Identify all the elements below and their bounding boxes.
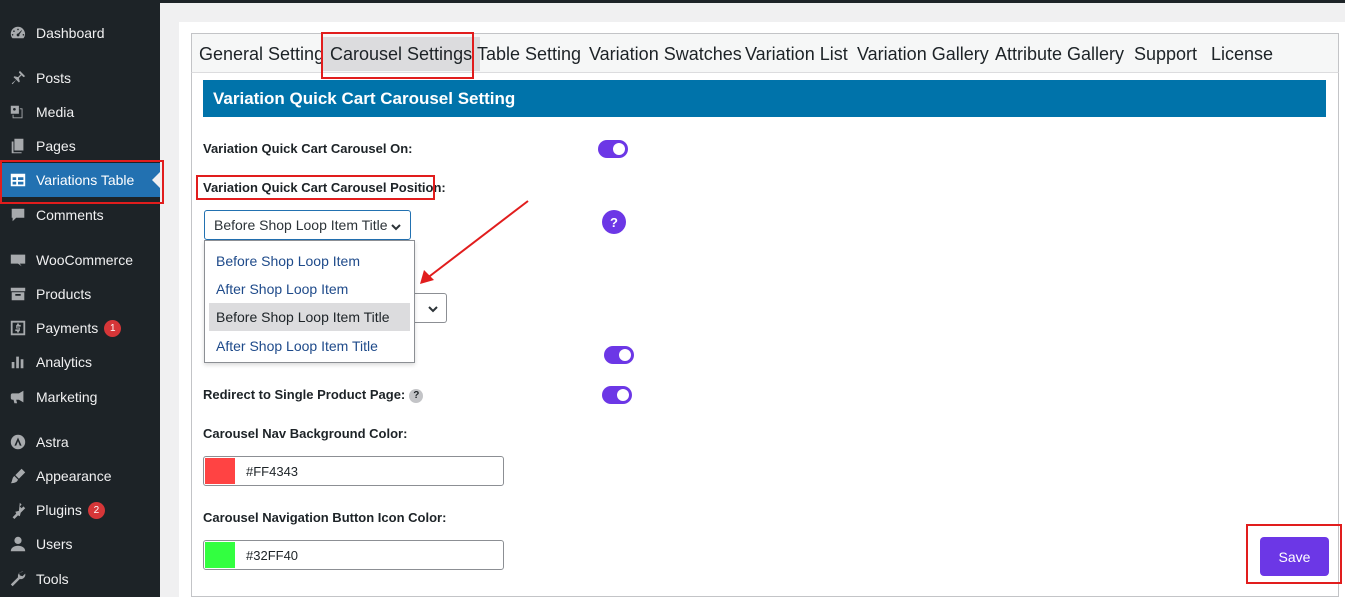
sidebar-item-label: Plugins (36, 502, 82, 518)
carousel-on-toggle[interactable] (598, 140, 628, 158)
nav-bg-color-swatch[interactable] (205, 458, 235, 484)
user-icon (8, 534, 28, 554)
sidebar-item-appearance[interactable]: Appearance (0, 459, 160, 493)
save-button[interactable]: Save (1260, 537, 1329, 576)
tab-general-setting[interactable]: General Setting (199, 41, 324, 67)
payments-count-badge: 1 (104, 319, 122, 337)
partially-hidden-select[interactable] (414, 293, 447, 323)
media-icon (8, 102, 28, 122)
nav-bg-color-label: Carousel Nav Background Color: (203, 426, 408, 441)
tab-variation-list[interactable]: Variation List (745, 41, 848, 67)
sidebar-item-label: Tools (36, 571, 69, 587)
dollar-icon (8, 318, 28, 338)
position-help-icon[interactable]: ? (602, 210, 626, 234)
admin-top-bar (160, 0, 1345, 3)
redirect-label-text: Redirect to Single Product Page: (203, 387, 406, 402)
woo-icon (8, 250, 28, 270)
sidebar-item-marketing[interactable]: Marketing (0, 380, 160, 414)
tab-table-setting[interactable]: Table Setting (477, 41, 581, 67)
sidebar-item-label: Posts (36, 70, 72, 86)
nav-icon-color-field[interactable]: #32FF40 (203, 540, 504, 570)
sidebar-item-label: Users (36, 536, 73, 552)
position-option[interactable]: After Shop Loop Item Title (209, 332, 410, 360)
tab-variation-swatches[interactable]: Variation Swatches (589, 41, 742, 67)
sidebar-item-label: Products (36, 286, 92, 302)
position-select[interactable]: Before Shop Loop Item Title (204, 210, 411, 240)
brush-icon (8, 466, 28, 486)
tab-license[interactable]: License (1211, 41, 1273, 67)
tab-attribute-gallery[interactable]: Attribute Gallery (995, 41, 1124, 67)
position-select-value: Before Shop Loop Item Title (214, 217, 388, 233)
sidebar-item-label: Marketing (36, 389, 98, 405)
sidebar-item-tools[interactable]: Tools (0, 562, 160, 596)
sidebar-item-analytics[interactable]: Analytics (0, 345, 160, 379)
sidebar-item-label: Pages (36, 138, 76, 154)
sidebar-item-label: WooCommerce (36, 252, 133, 268)
megaphone-icon (8, 387, 28, 407)
sidebar-item-users[interactable]: Users (0, 527, 160, 561)
wrench-icon (8, 569, 28, 589)
sidebar-item-astra[interactable]: Astra (0, 425, 160, 459)
nav-bg-color-field[interactable]: #FF4343 (203, 456, 504, 486)
plugin-icon (8, 500, 28, 520)
comment-icon (8, 205, 28, 225)
sidebar-item-label: Comments (36, 207, 104, 223)
sidebar-item-variations-table[interactable]: Variations Table (0, 163, 160, 197)
sidebar-item-label: Variations Table (36, 172, 135, 188)
sidebar-item-comments[interactable]: Comments (0, 198, 160, 232)
sidebar-item-label: Appearance (36, 468, 112, 484)
section-title: Variation Quick Cart Carousel Setting (203, 80, 1326, 117)
tab-variation-gallery[interactable]: Variation Gallery (857, 41, 989, 67)
dashboard-icon (8, 23, 28, 43)
sidebar-item-products[interactable]: Products (0, 277, 160, 311)
position-label: Variation Quick Cart Carousel Position: (203, 180, 446, 195)
nav-icon-color-swatch[interactable] (205, 542, 235, 568)
chevron-down-icon (390, 220, 402, 232)
annotation-arrow-icon (420, 200, 529, 284)
sidebar-item-dashboard[interactable]: Dashboard (0, 16, 160, 50)
nav-icon-color-label: Carousel Navigation Button Icon Color: (203, 510, 447, 525)
option-toggle[interactable] (604, 346, 634, 364)
sidebar-item-payments[interactable]: Payments 1 (0, 311, 160, 345)
sidebar-item-woocommerce[interactable]: WooCommerce (0, 243, 160, 277)
position-option[interactable]: Before Shop Loop Item (209, 247, 410, 275)
sidebar-item-pages[interactable]: Pages (0, 129, 160, 163)
sidebar-item-posts[interactable]: Posts (0, 61, 160, 95)
nav-bg-color-value: #FF4343 (246, 464, 299, 479)
pages-icon (8, 136, 28, 156)
sidebar-item-label: Payments (36, 320, 99, 336)
sidebar-item-media[interactable]: Media (0, 95, 160, 129)
redirect-toggle[interactable] (602, 386, 632, 404)
astra-icon (8, 432, 28, 452)
table-icon (8, 170, 28, 190)
pin-icon (8, 68, 28, 88)
sidebar-item-label: Astra (36, 434, 69, 450)
position-option-selected[interactable]: Before Shop Loop Item Title (209, 303, 410, 331)
plugins-count-badge: 2 (87, 501, 105, 519)
carousel-on-label: Variation Quick Cart Carousel On: (203, 141, 413, 156)
position-dropdown-list: Before Shop Loop Item After Shop Loop It… (204, 240, 415, 363)
position-option[interactable]: After Shop Loop Item (209, 275, 410, 303)
redirect-label: Redirect to Single Product Page:? (203, 387, 424, 403)
chart-icon (8, 352, 28, 372)
sidebar-item-label: Analytics (36, 354, 93, 370)
redirect-help-icon[interactable]: ? (409, 388, 424, 403)
nav-icon-color-value: #32FF40 (246, 548, 299, 563)
sidebar-item-plugins[interactable]: Plugins 2 (0, 493, 160, 527)
tab-support[interactable]: Support (1134, 41, 1197, 67)
sidebar-item-label: Media (36, 104, 75, 120)
sidebar-item-label: Dashboard (36, 25, 105, 41)
admin-sidebar: Dashboard Posts Media Pages Variations T… (0, 0, 160, 597)
archive-icon (8, 284, 28, 304)
tab-carousel-settings[interactable]: Carousel Settings (322, 37, 481, 71)
chevron-down-icon (428, 306, 438, 313)
